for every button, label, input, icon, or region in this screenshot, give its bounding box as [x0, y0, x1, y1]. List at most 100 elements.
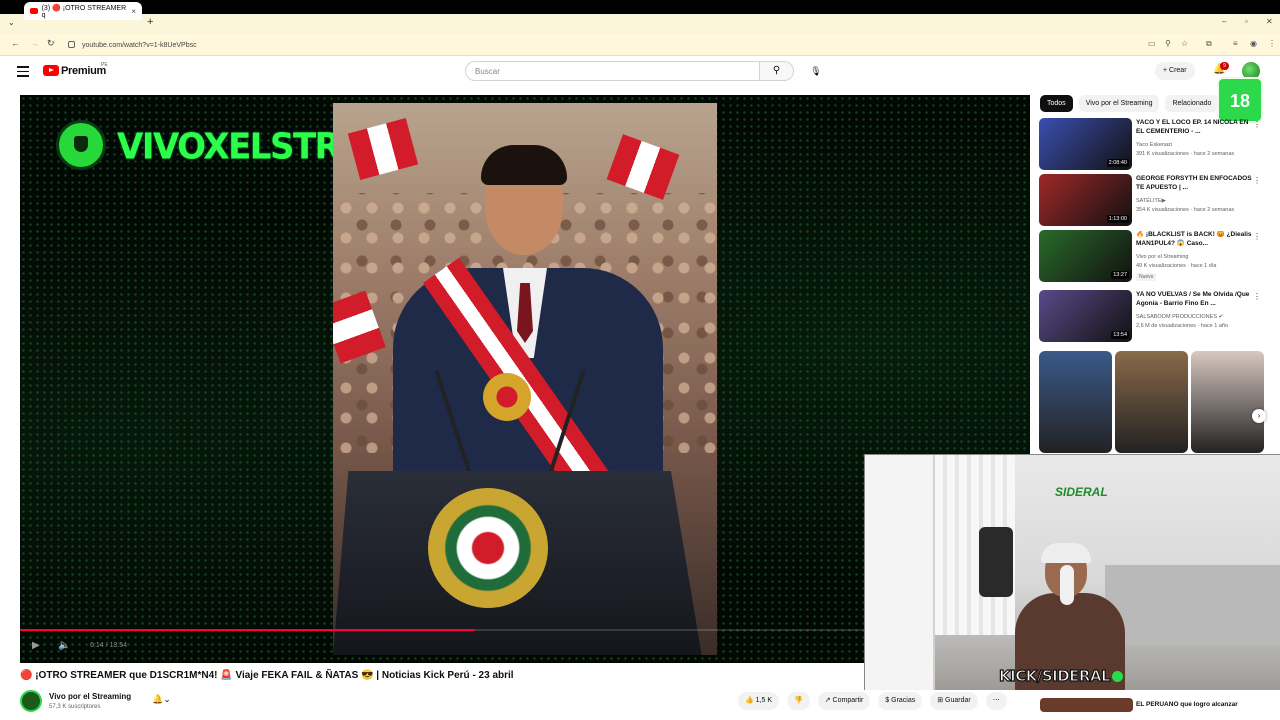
- kebab-menu-icon[interactable]: ⋮: [1253, 232, 1261, 241]
- recommendation-item[interactable]: 13:27 🔥 ¡BLACKLIST is BACK! 😡 ¿Diealis MA…: [1039, 230, 1269, 284]
- wall-logo: SIDERAL: [1055, 485, 1108, 499]
- rec-thumbnail[interactable]: 2:08:40: [1039, 118, 1132, 170]
- tab-close-icon[interactable]: ×: [131, 7, 136, 16]
- back-arrow-icon[interactable]: ←: [11, 38, 20, 48]
- browser-tabstrip: [0, 14, 1280, 34]
- rec-meta: 354 K visualizaciones · hace 2 semanas: [1136, 207, 1235, 213]
- screen-bezel: [0, 0, 1280, 14]
- browser-menu-icon[interactable]: ⋮: [1268, 39, 1276, 48]
- rec-thumbnail[interactable]: [1040, 698, 1133, 712]
- search-icon[interactable]: ⚲: [760, 61, 794, 81]
- site-info-icon[interactable]: [68, 41, 75, 48]
- bookmark-star-icon[interactable]: ☆: [1181, 39, 1188, 48]
- bed-graphic: [1105, 565, 1280, 645]
- extensions-icon[interactable]: ⧉: [1206, 39, 1212, 49]
- verified-icon: [1112, 671, 1124, 682]
- rec-thumbnail[interactable]: 13:27: [1039, 230, 1132, 282]
- share-button[interactable]: ↗ Compartir: [817, 692, 871, 710]
- hair-graphic: [481, 145, 567, 185]
- maximize-button[interactable]: ▫: [1245, 17, 1248, 26]
- kebab-menu-icon[interactable]: ⋮: [1253, 176, 1261, 185]
- rec-meta: 49 K visualizaciones · hace 1 día: [1136, 263, 1217, 269]
- downloads-icon[interactable]: ≡: [1233, 39, 1238, 48]
- dislike-button[interactable]: 👎: [787, 692, 810, 710]
- kebab-menu-icon[interactable]: ⋮: [1253, 292, 1261, 301]
- chevron-right-icon[interactable]: ›: [1252, 409, 1266, 423]
- window-close-button[interactable]: ✕: [1266, 17, 1273, 26]
- rec-channel[interactable]: SATÉLITE▶: [1136, 198, 1166, 204]
- filter-chips: Todos Vivo por el Streaming Relacionado: [1040, 95, 1240, 113]
- kick-brand-text: KICK/SIDERAL: [998, 666, 1111, 685]
- rec-duration: 13:27: [1111, 271, 1129, 279]
- more-actions-button[interactable]: ⋯: [985, 692, 1007, 710]
- rec-title[interactable]: YACO Y EL LOCO EP. 14 NICOLA EN EL CEMEN…: [1136, 119, 1254, 136]
- tab-search-icon[interactable]: ⌄: [8, 18, 15, 27]
- zoom-icon[interactable]: ⚲: [1165, 39, 1171, 48]
- rec-thumbnail[interactable]: 1:13:00: [1039, 174, 1132, 226]
- youtube-brand[interactable]: Premium: [61, 65, 106, 77]
- new-badge: Nuevo: [1136, 273, 1157, 281]
- rec-duration: 2:08:40: [1106, 159, 1129, 167]
- chip-1[interactable]: Vivo por el Streaming: [1078, 95, 1160, 112]
- short-thumbnail[interactable]: [1191, 351, 1264, 453]
- recommendation-item[interactable]: 1:13:00 GEORGE FORSYTH EN ENFOCADOS TE AP…: [1039, 174, 1269, 228]
- channel-overlay-logo: [56, 120, 106, 170]
- video-frame-image: [333, 103, 717, 655]
- age-rating-badge: 18: [1217, 77, 1263, 123]
- rec-meta: 391 K visualizaciones · hace 2 semanas: [1136, 151, 1235, 157]
- kebab-menu-icon[interactable]: ⋮: [1253, 120, 1261, 129]
- like-button[interactable]: 👍 1,5 K: [738, 692, 780, 710]
- browser-tab-active[interactable]: (3) 🔴 ¡OTRO STREAMER q ×: [24, 2, 142, 20]
- rec-title[interactable]: 🔥 ¡BLACKLIST is BACK! 😡 ¿Diealis MAN1PUL…: [1136, 231, 1254, 248]
- rec-title[interactable]: EL PERUANO que logro alcanzar: [1136, 701, 1238, 708]
- rec-title[interactable]: GEORGE FORSYTH EN ENFOCADOS TE APUESTO |…: [1136, 175, 1254, 192]
- video-actions: 👍 1,5 K 👎 ↗ Compartir $ Gracias ⊞ Guarda…: [738, 692, 1007, 710]
- new-tab-button[interactable]: +: [147, 16, 153, 28]
- door-graphic: [865, 455, 935, 690]
- volume-icon[interactable]: 🔈: [58, 640, 70, 651]
- rec-channel[interactable]: Yaco Eskenazi: [1136, 142, 1172, 148]
- short-thumbnail[interactable]: [1039, 351, 1112, 453]
- kick-brand: KICK/SIDERAL: [998, 666, 1124, 686]
- medal-graphic: [483, 373, 531, 421]
- rec-meta: 2,6 M de visualizaciones · hace 1 año: [1136, 323, 1229, 329]
- video-title: 🔴 ¡OTRO STREAMER que D1SCR1M*N4! 🚨 Viaje…: [20, 670, 514, 681]
- save-button[interactable]: ⊞ Guardar: [930, 692, 978, 710]
- create-button[interactable]: + Crear: [1155, 62, 1195, 80]
- youtube-favicon-icon: [30, 8, 38, 14]
- recommendation-item[interactable]: 13:54 YA NO VUELVAS / Se Me Olvida /Que A…: [1039, 290, 1269, 344]
- play-icon[interactable]: ▶: [32, 640, 40, 651]
- chip-2[interactable]: Relacionado: [1165, 95, 1219, 112]
- channel-name[interactable]: Vivo por el Streaming: [49, 692, 131, 701]
- peru-flag-graphic: [347, 118, 419, 180]
- youtube-logo-icon[interactable]: [43, 65, 59, 76]
- url-text: youtube.com/watch?v=1-k8UeVPbsc: [82, 41, 197, 49]
- menu-icon[interactable]: [17, 66, 29, 77]
- address-bar[interactable]: youtube.com/watch?v=1-k8UeVPbsc: [64, 37, 1144, 53]
- shorts-shelf: [1039, 351, 1264, 453]
- microphone-icon[interactable]: 🎙: [807, 62, 825, 80]
- rec-channel[interactable]: Vivo por el Streaming: [1136, 254, 1188, 260]
- rec-duration: 13:54: [1111, 331, 1129, 339]
- gaming-chair-graphic: [979, 527, 1013, 597]
- profile-icon[interactable]: ◉: [1250, 39, 1257, 48]
- rec-channel[interactable]: SALSABOOM PRODUCCIONES ✔: [1136, 314, 1223, 320]
- cast-icon[interactable]: ▭: [1148, 39, 1156, 48]
- channel-avatar[interactable]: [20, 690, 42, 712]
- rec-title[interactable]: YA NO VUELVAS / Se Me Olvida /Que Agonía…: [1136, 291, 1254, 308]
- reload-icon[interactable]: ↻: [47, 38, 55, 49]
- video-time: 6:14 / 13:54: [90, 642, 127, 649]
- recommendation-item[interactable]: 2:08:40 YACO Y EL LOCO EP. 14 NICOLA EN E…: [1039, 118, 1269, 172]
- rec-thumbnail[interactable]: 13:54: [1039, 290, 1132, 342]
- short-thumbnail[interactable]: [1115, 351, 1188, 453]
- subscriber-count: 57,3 K suscriptores: [49, 704, 101, 710]
- subscription-bell-icon[interactable]: 🔔⌄: [152, 694, 171, 705]
- region-code: PE: [101, 62, 108, 68]
- minimize-button[interactable]: –: [1222, 17, 1226, 26]
- tab-title: (3) 🔴 ¡OTRO STREAMER q: [41, 4, 127, 19]
- forward-arrow-icon[interactable]: →: [30, 38, 39, 48]
- search-input[interactable]: Buscar: [465, 61, 760, 81]
- streamer-webcam: SIDERAL KICK/SIDERAL: [864, 454, 1280, 690]
- thanks-button[interactable]: $ Gracias: [878, 692, 923, 710]
- chip-0[interactable]: Todos: [1040, 95, 1073, 112]
